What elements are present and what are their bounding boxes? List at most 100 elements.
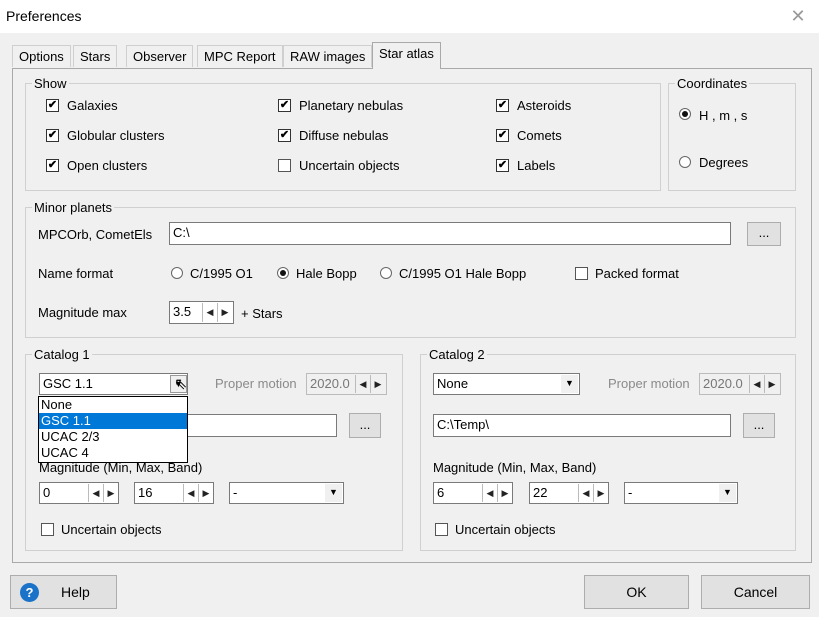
name-format-label: Name format: [38, 266, 114, 281]
catalog1-uncertain-label: Uncertain objects: [61, 522, 162, 537]
catalog2-path-input[interactable]: C:\Temp\: [433, 414, 731, 437]
catalog2-mag-max-decrease-icon[interactable]: ◀: [578, 484, 593, 502]
catalog2-pm-decrease-icon[interactable]: ◀: [749, 375, 764, 393]
catalog2-browse-button[interactable]: ...: [743, 413, 775, 438]
catalog2-mag-max-increase-icon[interactable]: ▶: [593, 484, 608, 502]
catalog1-band-value: -: [233, 485, 238, 500]
coordinates-group: [668, 83, 796, 191]
tab-stars[interactable]: Stars: [73, 45, 118, 67]
mpcorb-path-input[interactable]: C:\: [169, 222, 731, 245]
tab-star-atlas[interactable]: Star atlas: [372, 42, 441, 69]
packed-format-label: Packed format: [595, 266, 679, 281]
catalog1-proper-motion-value: 2020.0: [310, 376, 350, 391]
catalog2-uncertain-checkbox[interactable]: [435, 523, 448, 536]
degrees-label: Degrees: [699, 155, 749, 170]
catalog1-pm-increase-icon[interactable]: ▶: [370, 375, 385, 393]
mpcorb-browse-button[interactable]: ...: [747, 222, 781, 246]
ok-button[interactable]: OK: [584, 575, 689, 609]
catalog1-option-gsc11[interactable]: GSC 1.1: [39, 413, 187, 429]
tab-options[interactable]: Options: [12, 45, 71, 67]
galaxies-checkbox[interactable]: ✔: [46, 99, 59, 112]
catalog2-mag-min-increase-icon[interactable]: ▶: [497, 484, 512, 502]
title-bar: [0, 0, 819, 33]
catalog1-legend: Catalog 1: [32, 347, 92, 362]
diffuse-nebulas-checkbox[interactable]: ✔: [278, 129, 291, 142]
comets-checkbox[interactable]: ✔: [496, 129, 509, 142]
globular-clusters-checkbox[interactable]: ✔: [46, 129, 59, 142]
magnitude-max-decrease-icon[interactable]: ◀: [202, 303, 217, 322]
catalog1-pm-decrease-icon[interactable]: ◀: [355, 375, 370, 393]
catalog2-pm-increase-icon[interactable]: ▶: [764, 375, 779, 393]
catalog1-band-arrow-icon[interactable]: ▼: [325, 484, 342, 502]
catalog1-select[interactable]: GSC 1.1: [39, 373, 188, 395]
name-format-designation-label: C/1995 O1: [190, 266, 253, 281]
catalog2-selected-value: None: [437, 376, 469, 391]
show-legend: Show: [32, 76, 69, 91]
tab-raw-images[interactable]: RAW images: [283, 45, 373, 67]
catalog1-option-none[interactable]: None: [39, 397, 187, 413]
catalog1-dropdown-list: None GSC 1.1 UCAC 2/3 UCAC 4: [38, 396, 188, 463]
catalog2-band-value: -: [628, 485, 633, 500]
help-button-label: Help: [61, 584, 90, 600]
name-format-name-label: Hale Bopp: [296, 266, 357, 281]
magnitude-max-label: Magnitude max: [38, 305, 127, 320]
catalog1-browse-button[interactable]: ...: [349, 413, 381, 438]
close-icon[interactable]: ✕: [786, 4, 810, 28]
comets-label: Comets: [517, 128, 562, 143]
magnitude-max-value: 3.5: [173, 304, 192, 319]
minor-planets-legend: Minor planets: [32, 200, 115, 215]
catalog2-dropdown-arrow-icon[interactable]: ▼: [561, 375, 578, 393]
hms-radio[interactable]: [679, 108, 691, 120]
labels-checkbox[interactable]: ✔: [496, 159, 509, 172]
open-clusters-checkbox[interactable]: ✔: [46, 159, 59, 172]
help-button[interactable]: ? Help: [10, 575, 117, 609]
catalog1-mag-max-decrease-icon[interactable]: ◀: [183, 484, 198, 502]
labels-label: Labels: [517, 158, 556, 173]
magnitude-max-increase-icon[interactable]: ▶: [217, 303, 232, 322]
catalog2-proper-motion-label: Proper motion: [608, 376, 690, 391]
tab-observer[interactable]: Observer: [126, 45, 194, 67]
uncertain-objects-label: Uncertain objects: [299, 158, 400, 173]
planetary-nebulas-checkbox[interactable]: ✔: [278, 99, 291, 112]
catalog2-legend: Catalog 2: [427, 347, 487, 362]
catalog2-select[interactable]: None: [433, 373, 580, 395]
catalog1-option-ucac23[interactable]: UCAC 2/3: [39, 429, 187, 445]
open-clusters-label: Open clusters: [67, 158, 148, 173]
asteroids-checkbox[interactable]: ✔: [496, 99, 509, 112]
degrees-radio[interactable]: [679, 156, 691, 168]
catalog2-uncertain-label: Uncertain objects: [455, 522, 556, 537]
packed-format-checkbox[interactable]: [575, 267, 588, 280]
catalog2-magnitude-label: Magnitude (Min, Max, Band): [433, 460, 597, 475]
name-format-both-radio[interactable]: [380, 267, 392, 279]
catalog1-mag-min-increase-icon[interactable]: ▶: [103, 484, 118, 502]
diffuse-nebulas-label: Diffuse nebulas: [299, 128, 389, 143]
catalog2-proper-motion-value: 2020.0: [703, 376, 743, 391]
catalog2-mag-min-decrease-icon[interactable]: ◀: [482, 484, 497, 502]
planetary-nebulas-label: Planetary nebulas: [299, 98, 404, 113]
catalog1-uncertain-checkbox[interactable]: [41, 523, 54, 536]
uncertain-objects-checkbox[interactable]: [278, 159, 291, 172]
hms-label: H , m , s: [699, 108, 748, 123]
catalog1-mag-min-decrease-icon[interactable]: ◀: [88, 484, 103, 502]
catalog2-mag-min-value: 6: [437, 485, 445, 500]
catalog1-option-ucac4[interactable]: UCAC 4: [39, 445, 187, 461]
mpcorb-label: MPCOrb, CometEls: [38, 227, 153, 242]
cancel-button[interactable]: Cancel: [701, 575, 810, 609]
name-format-both-label: C/1995 O1 Hale Bopp: [399, 266, 527, 281]
catalog1-proper-motion-label: Proper motion: [215, 376, 297, 391]
name-format-designation-radio[interactable]: [171, 267, 183, 279]
catalog2-band-arrow-icon[interactable]: ▼: [719, 484, 736, 502]
catalog2-mag-max-value: 22: [533, 485, 548, 500]
mouse-cursor-icon: ⇖: [174, 376, 188, 393]
coordinates-legend: Coordinates: [675, 76, 750, 91]
help-icon: ?: [20, 583, 39, 602]
catalog1-mag-max-increase-icon[interactable]: ▶: [198, 484, 213, 502]
plus-stars-label: + Stars: [241, 306, 283, 321]
globular-clusters-label: Globular clusters: [67, 128, 165, 143]
catalog1-selected-value: GSC 1.1: [43, 376, 93, 391]
name-format-name-radio[interactable]: [277, 267, 289, 279]
galaxies-label: Galaxies: [67, 98, 118, 113]
asteroids-label: Asteroids: [517, 98, 572, 113]
tab-mpc-report[interactable]: MPC Report: [197, 45, 283, 67]
catalog1-mag-max-value: 16: [138, 485, 153, 500]
